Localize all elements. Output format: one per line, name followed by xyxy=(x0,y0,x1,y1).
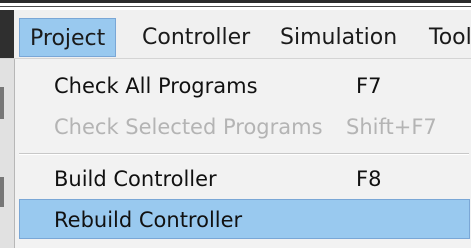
menubar-left-edge xyxy=(0,10,14,59)
menuitem-check-selected-programs: Check Selected Programs Shift+F7 xyxy=(15,107,471,147)
menu-simulation[interactable]: Simulation xyxy=(270,18,407,57)
menuitem-rebuild-controller[interactable]: Rebuild Controller xyxy=(19,199,470,239)
menu-tool[interactable]: Tool xyxy=(419,18,471,57)
menuitem-label: Rebuild Controller xyxy=(54,208,243,232)
menuitem-label: Build Controller xyxy=(54,167,217,191)
menu-separator-highlight xyxy=(19,154,469,155)
left-edge-mark xyxy=(0,87,4,119)
dropdown-left-shadow xyxy=(0,59,14,248)
menu-controller[interactable]: Controller xyxy=(132,18,260,57)
menuitem-shortcut: F7 xyxy=(356,74,382,98)
menuitem-label: Check Selected Programs xyxy=(54,115,323,139)
window-top-border-inner xyxy=(0,6,471,7)
menu-project[interactable]: Project xyxy=(19,18,117,57)
menu-bar: Project Controller Simulation Tool xyxy=(0,10,471,59)
menuitem-check-all-programs[interactable]: Check All Programs F7 xyxy=(15,66,471,106)
menuitem-build-controller[interactable]: Build Controller F8 xyxy=(15,159,471,199)
project-dropdown-menu: Check All Programs F7 Check Selected Pro… xyxy=(14,59,471,248)
window-top-border xyxy=(0,0,471,3)
menuitem-label: Check All Programs xyxy=(54,74,258,98)
menuitem-shortcut: F8 xyxy=(356,167,382,191)
left-edge-mark-2 xyxy=(0,177,4,207)
menuitem-shortcut: Shift+F7 xyxy=(346,115,437,139)
